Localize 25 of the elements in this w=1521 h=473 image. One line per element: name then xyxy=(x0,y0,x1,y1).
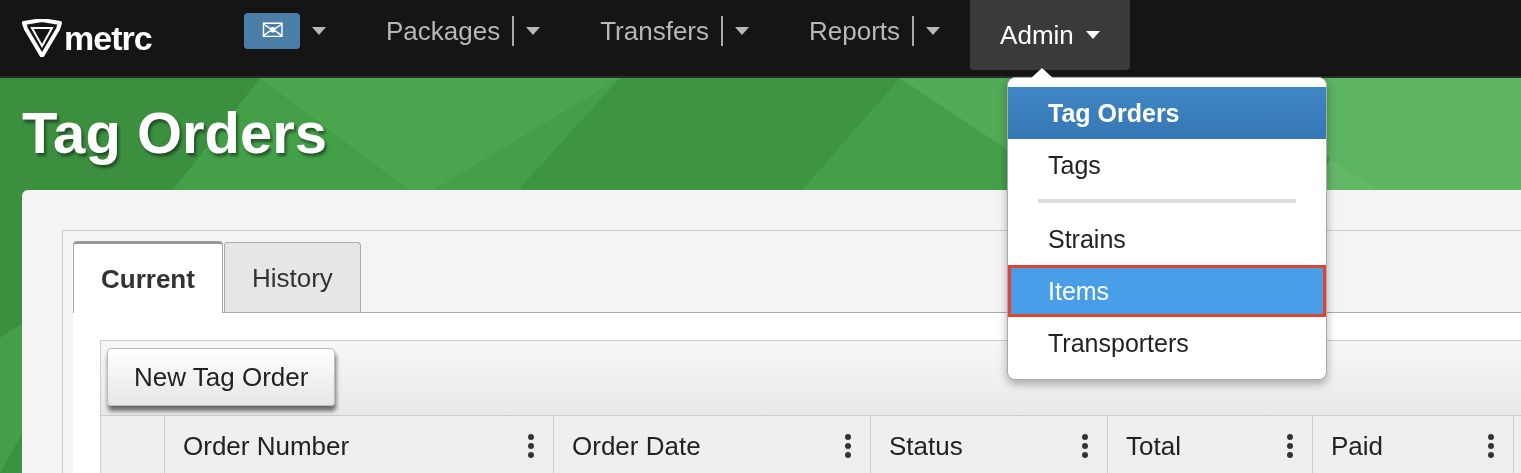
tab[interactable]: History xyxy=(223,242,361,312)
column-header[interactable]: Total xyxy=(1107,416,1312,473)
logo-icon xyxy=(22,19,62,57)
menu-item[interactable]: Tag Orders xyxy=(1008,87,1326,139)
column-menu-icon[interactable] xyxy=(1487,433,1495,459)
new-order-button[interactable]: New Tag Order xyxy=(107,348,336,406)
nav-item[interactable]: Reports xyxy=(779,0,971,62)
nav-item[interactable]: Admin xyxy=(970,0,1130,70)
nav-item[interactable]: Packages xyxy=(356,0,571,62)
tab[interactable]: Current xyxy=(73,241,223,313)
menu-item[interactable]: Tags xyxy=(1008,139,1326,191)
column-header[interactable]: Status xyxy=(870,416,1107,473)
column-menu-icon[interactable] xyxy=(1081,433,1089,459)
column-menu-icon[interactable] xyxy=(1286,433,1294,459)
nav-item[interactable]: Transfers xyxy=(570,0,780,62)
page-title: Tag Orders xyxy=(22,99,328,167)
menu-item[interactable]: Strains xyxy=(1008,213,1326,265)
column-header[interactable]: Order Number xyxy=(164,416,553,473)
column-header[interactable]: Order Date xyxy=(553,416,870,473)
mail-button[interactable]: ✉ xyxy=(244,13,300,49)
menu-item[interactable]: Transporters xyxy=(1008,317,1326,369)
column-header[interactable]: Paid xyxy=(1312,416,1513,473)
column-menu-icon[interactable] xyxy=(844,433,852,459)
column-menu-icon[interactable] xyxy=(527,433,535,459)
brand-name: metrc xyxy=(64,18,152,58)
